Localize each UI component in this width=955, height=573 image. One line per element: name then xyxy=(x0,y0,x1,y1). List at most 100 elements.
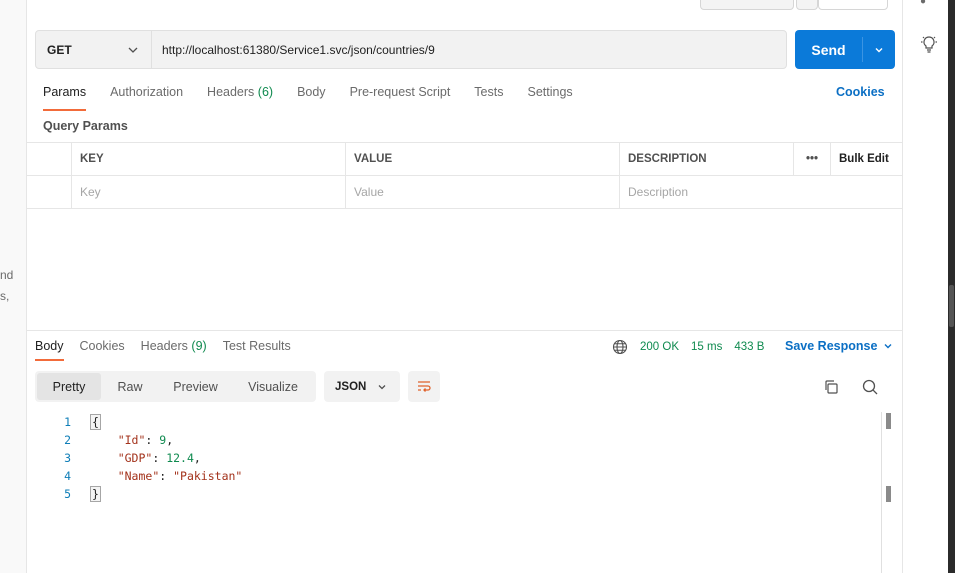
tab-authorization[interactable]: Authorization xyxy=(110,85,183,111)
tab-params[interactable]: Params xyxy=(43,85,87,111)
json-trail: , xyxy=(166,433,174,447)
row-checkbox-cell xyxy=(27,176,72,208)
left-sidebar: nd s, xyxy=(0,0,27,573)
chevron-down-icon xyxy=(875,47,883,52)
tab-test-results[interactable]: Test Results xyxy=(223,339,291,361)
more-options-button[interactable]: ••• xyxy=(794,143,831,175)
open-brace: { xyxy=(90,414,101,430)
tab-response-cookies[interactable]: Cookies xyxy=(80,339,125,361)
tab-pre-request-script[interactable]: Pre-request Script xyxy=(350,85,451,111)
tab-count-badge: (9) xyxy=(191,339,207,353)
description-input[interactable]: Description xyxy=(620,176,831,208)
top-toolbar-partial xyxy=(27,0,902,20)
line-number: 1 xyxy=(64,415,71,429)
view-visualize-button[interactable]: Visualize xyxy=(232,373,314,400)
sidebar-text-fragment: nd xyxy=(0,268,14,282)
view-raw-button[interactable]: Raw xyxy=(101,373,159,400)
send-label: Send xyxy=(811,41,846,58)
code-text: "Name": "Pakistan" xyxy=(117,469,243,483)
tab-label: Test Results xyxy=(222,339,291,353)
tab-label: Settings xyxy=(527,85,573,99)
response-size[interactable]: 433 B xyxy=(734,341,764,353)
sidebar-text-fragment: s, xyxy=(0,289,10,303)
code-line: 4 "Name": "Pakistan" xyxy=(27,467,242,485)
wrap-lines-icon xyxy=(418,380,431,392)
response-body-viewer[interactable]: 1 { 2 "Id": 9, 3 "GDP": 12.4, 4 "Name": … xyxy=(27,412,882,573)
tab-headers[interactable]: Headers (6) xyxy=(207,85,273,111)
format-label: JSON xyxy=(335,380,367,393)
close-brace: } xyxy=(90,486,101,502)
bulk-edit-button[interactable]: Bulk Edit xyxy=(831,143,902,175)
column-header-key: KEY xyxy=(72,143,346,175)
pane-divider[interactable] xyxy=(27,330,902,331)
code-scrollbar-track[interactable] xyxy=(881,412,882,573)
send-options-button[interactable] xyxy=(863,30,895,69)
line-number: 2 xyxy=(64,433,71,447)
json-value: "Pakistan" xyxy=(173,469,243,483)
tab-label: Cookies xyxy=(79,339,125,353)
chevron-down-icon xyxy=(378,384,386,389)
json-trail: , xyxy=(193,451,201,465)
tab-count-badge: (6) xyxy=(257,85,274,99)
value-input[interactable]: Value xyxy=(346,176,620,208)
code-line: 5 } xyxy=(27,485,101,503)
window-scrollbar[interactable] xyxy=(948,0,955,573)
tab-label: Params xyxy=(43,85,87,99)
tab-response-headers[interactable]: Headers (9) xyxy=(141,339,207,361)
context-dot-icon: ● xyxy=(920,0,927,7)
tab-label: Tests xyxy=(474,85,504,99)
response-time[interactable]: 15 ms xyxy=(691,341,722,353)
line-number: 3 xyxy=(64,451,71,465)
cookies-link[interactable]: Cookies xyxy=(836,85,885,99)
table-header-row: KEY VALUE DESCRIPTION ••• Bulk Edit xyxy=(27,143,902,176)
table-row: Key Value Description xyxy=(27,176,902,209)
request-url-bar: GET http://localhost:61380/Service1.svc/… xyxy=(35,30,787,69)
save-response-button[interactable]: Save Response xyxy=(785,339,893,353)
view-mode-switch: Pretty Raw Preview Visualize xyxy=(35,371,316,402)
query-params-table: KEY VALUE DESCRIPTION ••• Bulk Edit Key … xyxy=(27,142,902,209)
save-response-label: Save Response xyxy=(785,339,878,353)
scroll-marker xyxy=(886,413,891,429)
json-key: "Name" xyxy=(117,469,160,483)
code-text: "GDP": 12.4, xyxy=(117,451,201,465)
tab-label: Body xyxy=(35,339,64,353)
table-cell xyxy=(27,143,72,175)
tab-label: Headers xyxy=(140,339,188,353)
scrollbar-thumb[interactable] xyxy=(949,285,954,327)
format-select[interactable]: JSON xyxy=(324,371,400,402)
globe-icon[interactable] xyxy=(612,339,628,355)
view-preview-button[interactable]: Preview xyxy=(159,373,232,400)
column-header-description: DESCRIPTION xyxy=(620,143,794,175)
search-icon[interactable] xyxy=(861,378,879,396)
code-line: 1 { xyxy=(27,413,101,431)
method-select[interactable]: GET xyxy=(36,31,152,68)
tab-settings[interactable]: Settings xyxy=(527,85,572,111)
view-pretty-button[interactable]: Pretty xyxy=(37,373,101,400)
json-key: "GDP" xyxy=(117,451,153,465)
tab-tests[interactable]: Tests xyxy=(474,85,503,111)
code-text: "Id": 9, xyxy=(117,433,174,447)
top-button-partial[interactable] xyxy=(700,0,794,10)
chevron-down-icon xyxy=(128,47,138,53)
url-value: http://localhost:61380/Service1.svc/json… xyxy=(162,42,435,57)
send-button[interactable]: Send xyxy=(795,30,895,69)
tab-response-body[interactable]: Body xyxy=(35,339,64,361)
json-value: 12.4 xyxy=(166,451,194,465)
key-input[interactable]: Key xyxy=(72,176,346,208)
json-key: "Id" xyxy=(117,433,146,447)
tab-body[interactable]: Body xyxy=(297,85,326,111)
top-button-partial[interactable] xyxy=(818,0,888,10)
wrap-lines-button[interactable] xyxy=(408,371,440,402)
lightbulb-icon[interactable] xyxy=(919,34,939,54)
response-status: 200 OK 15 ms 433 B xyxy=(612,339,776,355)
url-input[interactable]: http://localhost:61380/Service1.svc/json… xyxy=(152,31,786,68)
response-tabs: Body Cookies Headers (9) Test Results xyxy=(35,339,307,361)
code-line: 2 "Id": 9, xyxy=(27,431,173,449)
copy-icon[interactable] xyxy=(822,378,840,396)
column-header-value: VALUE xyxy=(346,143,620,175)
tab-label: Authorization xyxy=(110,85,184,99)
top-button-partial[interactable] xyxy=(796,0,818,10)
chevron-down-icon xyxy=(884,344,892,349)
line-number: 5 xyxy=(64,487,71,501)
status-code[interactable]: 200 OK xyxy=(640,341,679,353)
